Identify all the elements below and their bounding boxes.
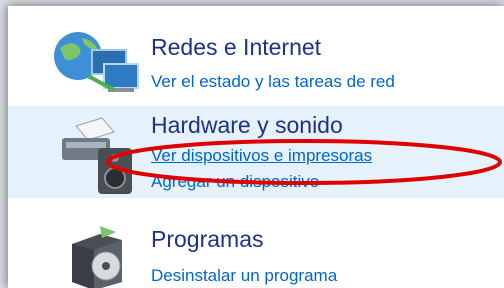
- printer-speaker-icon: [62, 117, 132, 194]
- category-title-network[interactable]: Redes e Internet: [151, 34, 321, 61]
- network-globe-icon: [54, 32, 139, 92]
- link-view-devices-printers[interactable]: Ver dispositivos e impresoras: [151, 146, 372, 166]
- category-title-programs[interactable]: Programas: [151, 226, 263, 253]
- link-view-network-status[interactable]: Ver el estado y las tareas de red: [151, 72, 395, 92]
- programs-box-disc-icon: [72, 226, 122, 288]
- category-title-hardware[interactable]: Hardware y sonido: [151, 112, 343, 139]
- link-add-device[interactable]: Agregar un dispositivo: [151, 172, 319, 192]
- control-panel-categories: Redes e Internet Ver el estado y las tar…: [8, 6, 504, 288]
- category-hardware-sound: Hardware y sonido Ver dispositivos e imp…: [8, 106, 504, 198]
- category-network: Redes e Internet Ver el estado y las tar…: [8, 14, 504, 98]
- category-programs: Programas Desinstalar un programa: [8, 216, 504, 288]
- link-uninstall-program[interactable]: Desinstalar un programa: [151, 266, 337, 286]
